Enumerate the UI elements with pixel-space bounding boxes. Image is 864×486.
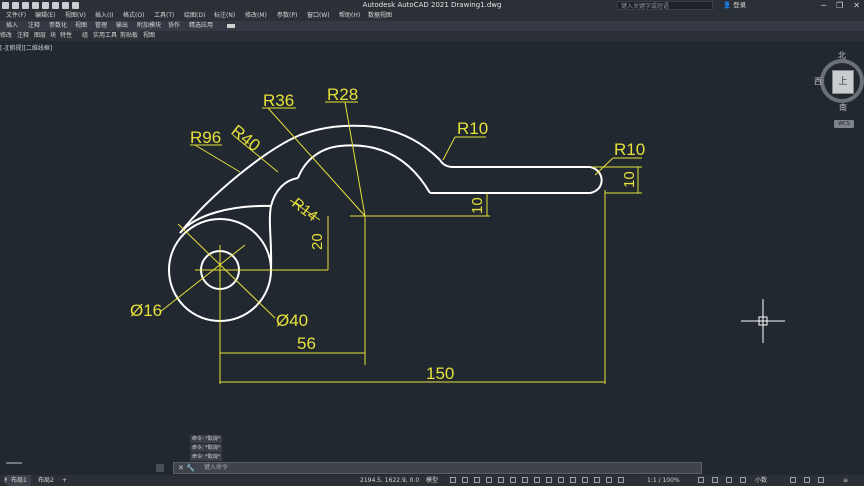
lineweight-icon[interactable] <box>522 477 528 483</box>
r28-leader <box>344 101 366 217</box>
dim-10b-label: 10 <box>621 171 638 188</box>
otrack-icon[interactable] <box>510 477 516 483</box>
isolate-icon[interactable] <box>726 477 732 483</box>
r36-leader <box>267 107 366 217</box>
dimensions <box>159 101 642 384</box>
lock-ui-icon[interactable] <box>804 477 810 483</box>
command-line[interactable]: ✕ 🔧 键入命令 <box>173 462 702 474</box>
3d-osnap-icon[interactable] <box>558 477 564 483</box>
dim-56-label: 56 <box>297 334 316 353</box>
gizmo-icon[interactable] <box>594 477 600 483</box>
r10-top-label: R10 <box>457 119 488 138</box>
r14-label: R14 <box>289 195 321 225</box>
close-command-icon[interactable]: ✕ 🔧 <box>178 463 195 473</box>
status-bar: 模型 布局1 布局2 + 2194.5, 1622.9, 0.0 模型 1:1 … <box>0 475 864 486</box>
command-history-line: 命令: *取消* <box>190 444 223 452</box>
tab-layout2[interactable]: 布局2 <box>34 475 58 486</box>
model-space-toggle[interactable]: 模型 <box>426 475 438 486</box>
viewcube-south[interactable]: 南 <box>839 102 847 113</box>
command-history-line: 命令: *取消* <box>190 453 223 461</box>
annotation-visibility-icon[interactable] <box>606 477 612 483</box>
transparency-icon[interactable] <box>534 477 540 483</box>
dim-10a-label: 10 <box>469 197 486 214</box>
workspace-gear-icon[interactable] <box>698 477 704 483</box>
hardware-acceleration-icon[interactable] <box>740 477 746 483</box>
command-scroll-icon[interactable] <box>156 464 164 472</box>
viewcube-west[interactable]: 西 <box>814 76 822 87</box>
add-layout-button[interactable]: + <box>58 475 71 486</box>
dynamic-ucs-icon[interactable] <box>570 477 576 483</box>
r10-top-leader <box>442 136 456 161</box>
polar-icon[interactable] <box>486 477 492 483</box>
auto-scale-icon[interactable] <box>618 477 624 483</box>
inner-arc-r28 <box>297 144 431 194</box>
r40-label: R40 <box>228 121 264 155</box>
geometry <box>168 124 603 322</box>
command-input[interactable]: 键入命令 <box>204 463 228 473</box>
dia40-label: Ø40 <box>276 311 308 330</box>
quick-properties-icon[interactable] <box>790 477 796 483</box>
viewcube-north[interactable]: 北 <box>838 50 846 61</box>
grid-icon[interactable] <box>450 477 456 483</box>
selection-cycling-icon[interactable] <box>546 477 552 483</box>
r96-label: R96 <box>190 128 221 147</box>
annotation-monitor-icon[interactable] <box>712 477 718 483</box>
command-history-line: 命令: *取消* <box>190 435 223 443</box>
snap-icon[interactable] <box>462 477 468 483</box>
osnap-icon[interactable] <box>498 477 504 483</box>
fillet-r10-top <box>439 159 454 168</box>
selection-filter-icon[interactable] <box>582 477 588 483</box>
wcs-menu[interactable]: WCS <box>834 120 854 128</box>
r28-label: R28 <box>327 85 358 104</box>
customization-menu-icon[interactable]: ≡ <box>843 475 848 486</box>
units-selector[interactable]: 小数 <box>755 475 767 486</box>
crosshair-cursor <box>741 299 785 343</box>
r36-label: R36 <box>263 91 294 110</box>
coordinate-readout[interactable]: 2194.5, 1622.9, 0.0 <box>360 475 419 486</box>
clean-screen-icon[interactable] <box>818 477 824 483</box>
dim-150-label: 150 <box>426 364 454 383</box>
dia16-leader <box>159 244 246 313</box>
r10-right-label: R10 <box>614 140 645 159</box>
ortho-icon[interactable] <box>474 477 480 483</box>
dim-20-label: 20 <box>309 233 326 250</box>
tab-layout1[interactable]: 布局1 <box>7 475 31 486</box>
dia16-label: Ø16 <box>130 301 162 320</box>
annotation-scale[interactable]: 1:1 / 100% <box>647 475 680 486</box>
viewcube-top[interactable]: 上 <box>832 70 854 94</box>
drawing-canvas[interactable]: R36 R28 R96 R40 R10 R10 R14 20 10 10 Ø16… <box>0 0 864 486</box>
r96-leader <box>194 144 241 173</box>
top-arc-r36 <box>364 125 441 161</box>
